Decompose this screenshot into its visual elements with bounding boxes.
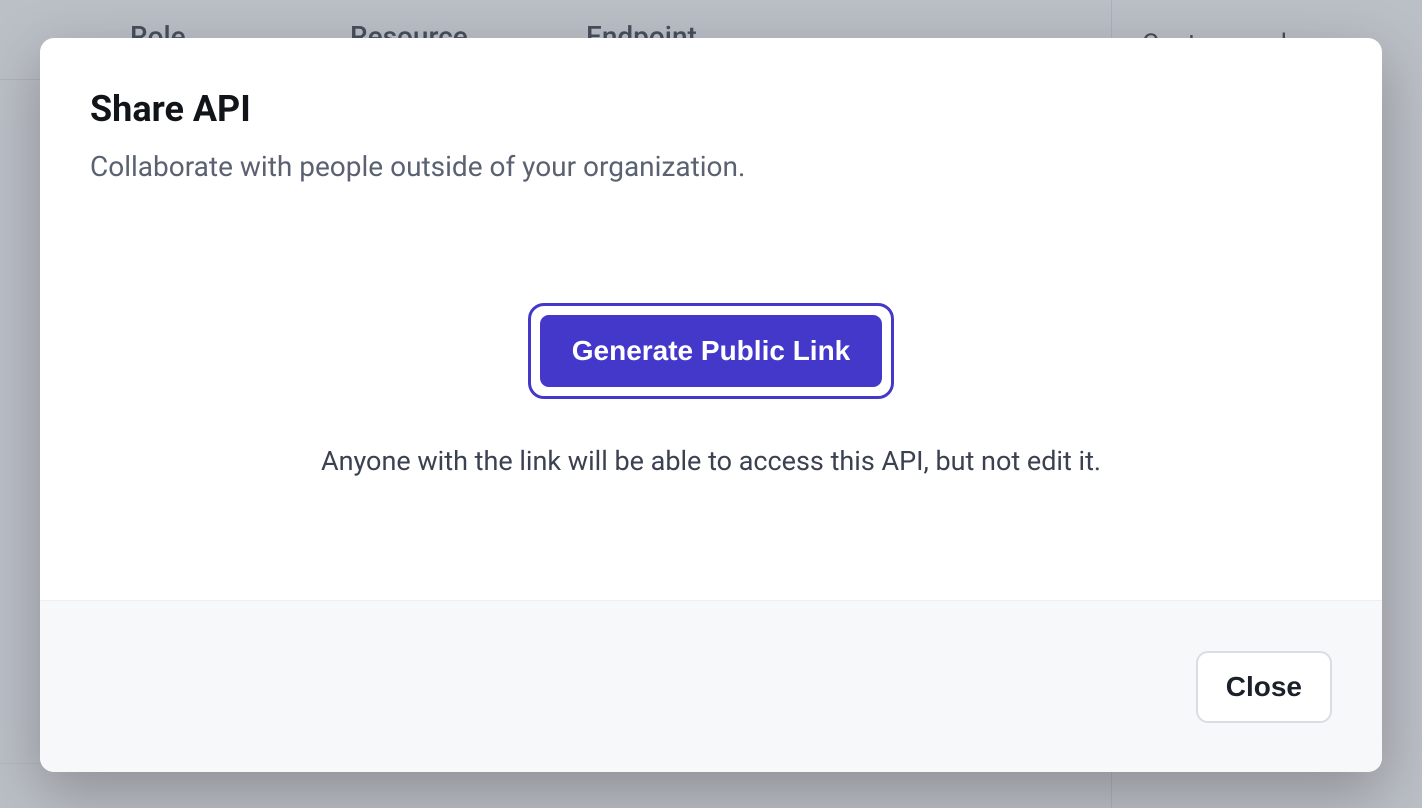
modal-subtitle: Collaborate with people outside of your … [90,150,1332,183]
share-api-modal: Share API Collaborate with people outsid… [40,38,1382,772]
generate-button-focus-ring: Generate Public Link [528,303,895,399]
modal-title: Share API [90,88,1332,130]
modal-note: Anyone with the link will be able to acc… [90,445,1332,477]
modal-center: Generate Public Link Anyone with the lin… [90,303,1332,477]
generate-public-link-button[interactable]: Generate Public Link [537,312,886,390]
close-button[interactable]: Close [1196,651,1332,723]
modal-footer: Close [40,600,1382,772]
modal-body: Share API Collaborate with people outsid… [40,38,1382,600]
